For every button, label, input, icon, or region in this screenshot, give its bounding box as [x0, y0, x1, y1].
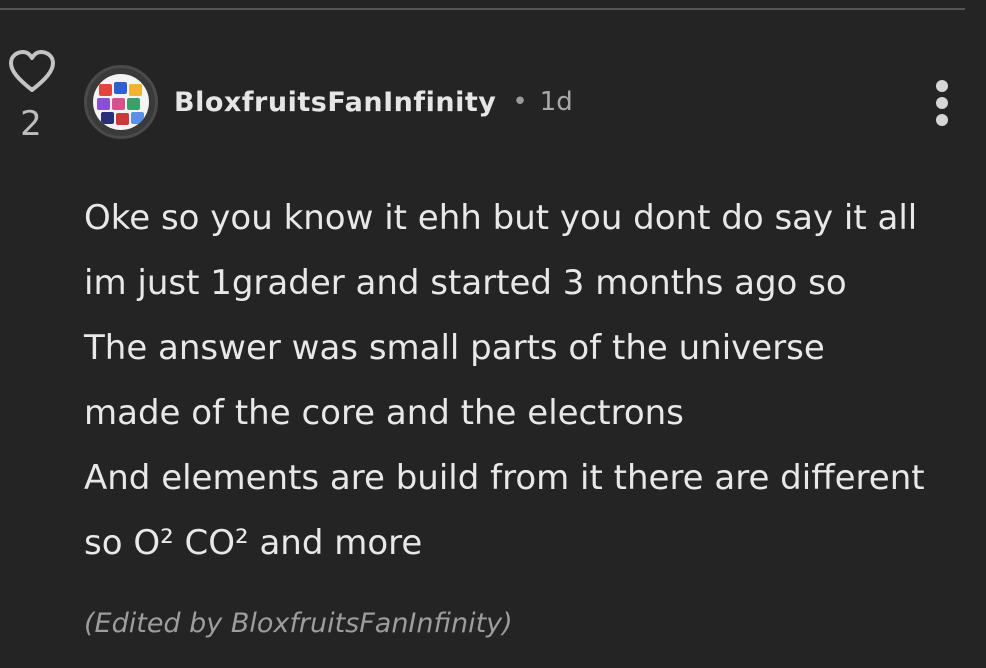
more-options-button[interactable]	[926, 78, 958, 128]
like-button[interactable]	[8, 50, 56, 94]
timestamp: 1d	[539, 87, 573, 117]
comment-body: Oke so you know it ehh but you dont do s…	[84, 186, 974, 576]
comment-line: im just 1grader and started 3 months ago…	[84, 263, 847, 303]
comment-header: BloxfruitsFanInfinity • 1d	[174, 82, 573, 122]
comment-line: Oke so you know it ehh but you dont do s…	[84, 198, 918, 238]
comment-line: made of the core and the electrons	[84, 393, 684, 433]
author-username[interactable]: BloxfruitsFanInfinity	[174, 87, 496, 118]
heart-outline-icon	[9, 50, 55, 92]
top-divider	[0, 8, 965, 10]
avatar-image	[93, 74, 149, 130]
comment-line: The answer was small parts of the univer…	[84, 328, 825, 368]
comment-line: And elements are build from it there are…	[84, 458, 925, 498]
comment-line: so O² CO² and more	[84, 523, 423, 563]
avatar[interactable]	[84, 65, 158, 139]
edited-note: (Edited by BloxfruitsFanInfinity)	[84, 608, 513, 639]
meta-separator: •	[512, 87, 528, 117]
like-count: 2	[20, 104, 42, 144]
